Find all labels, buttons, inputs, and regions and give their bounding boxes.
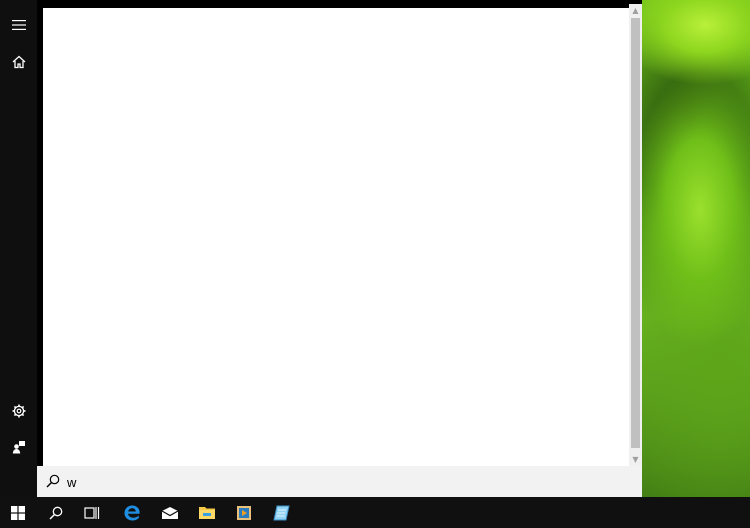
task-view-button[interactable] bbox=[74, 497, 110, 528]
start-search-panel: ▲ ▼ bbox=[0, 0, 642, 497]
taskbar bbox=[0, 497, 750, 528]
taskbar-search-button[interactable] bbox=[38, 497, 74, 528]
left-rail bbox=[0, 0, 37, 497]
notepad-icon bbox=[273, 505, 290, 520]
scroll-thumb[interactable] bbox=[631, 18, 640, 448]
scroll-up-arrow-icon[interactable]: ▲ bbox=[629, 4, 642, 17]
search-icon bbox=[49, 506, 63, 520]
home-icon bbox=[12, 55, 25, 69]
search-box[interactable] bbox=[37, 466, 642, 497]
results-header-strip bbox=[37, 0, 629, 8]
file-explorer-taskbar-button[interactable] bbox=[189, 497, 225, 528]
file-explorer-icon bbox=[199, 507, 215, 519]
mail-taskbar-button[interactable] bbox=[152, 497, 188, 528]
search-results-pane bbox=[43, 8, 629, 466]
hamburger-icon bbox=[11, 20, 26, 30]
search-input[interactable] bbox=[67, 472, 627, 492]
scroll-down-arrow-icon[interactable]: ▼ bbox=[629, 453, 642, 466]
home-button[interactable] bbox=[0, 44, 37, 80]
feedback-button[interactable] bbox=[0, 429, 37, 465]
hamburger-menu-button[interactable] bbox=[0, 7, 37, 43]
user-feedback-icon bbox=[12, 441, 25, 454]
search-icon bbox=[46, 474, 60, 488]
task-view-icon bbox=[84, 506, 100, 519]
results-scrollbar[interactable]: ▲ ▼ bbox=[629, 4, 642, 466]
settings-gear-icon bbox=[12, 404, 25, 418]
windows-start-icon bbox=[11, 505, 25, 520]
mail-icon bbox=[161, 506, 179, 519]
media-player-icon bbox=[237, 505, 251, 520]
start-button[interactable] bbox=[0, 497, 36, 528]
edge-icon bbox=[124, 505, 140, 520]
media-player-taskbar-button[interactable] bbox=[226, 497, 262, 528]
settings-button[interactable] bbox=[0, 393, 37, 429]
edge-taskbar-button[interactable] bbox=[114, 497, 150, 528]
notepad-taskbar-button[interactable] bbox=[264, 497, 300, 528]
